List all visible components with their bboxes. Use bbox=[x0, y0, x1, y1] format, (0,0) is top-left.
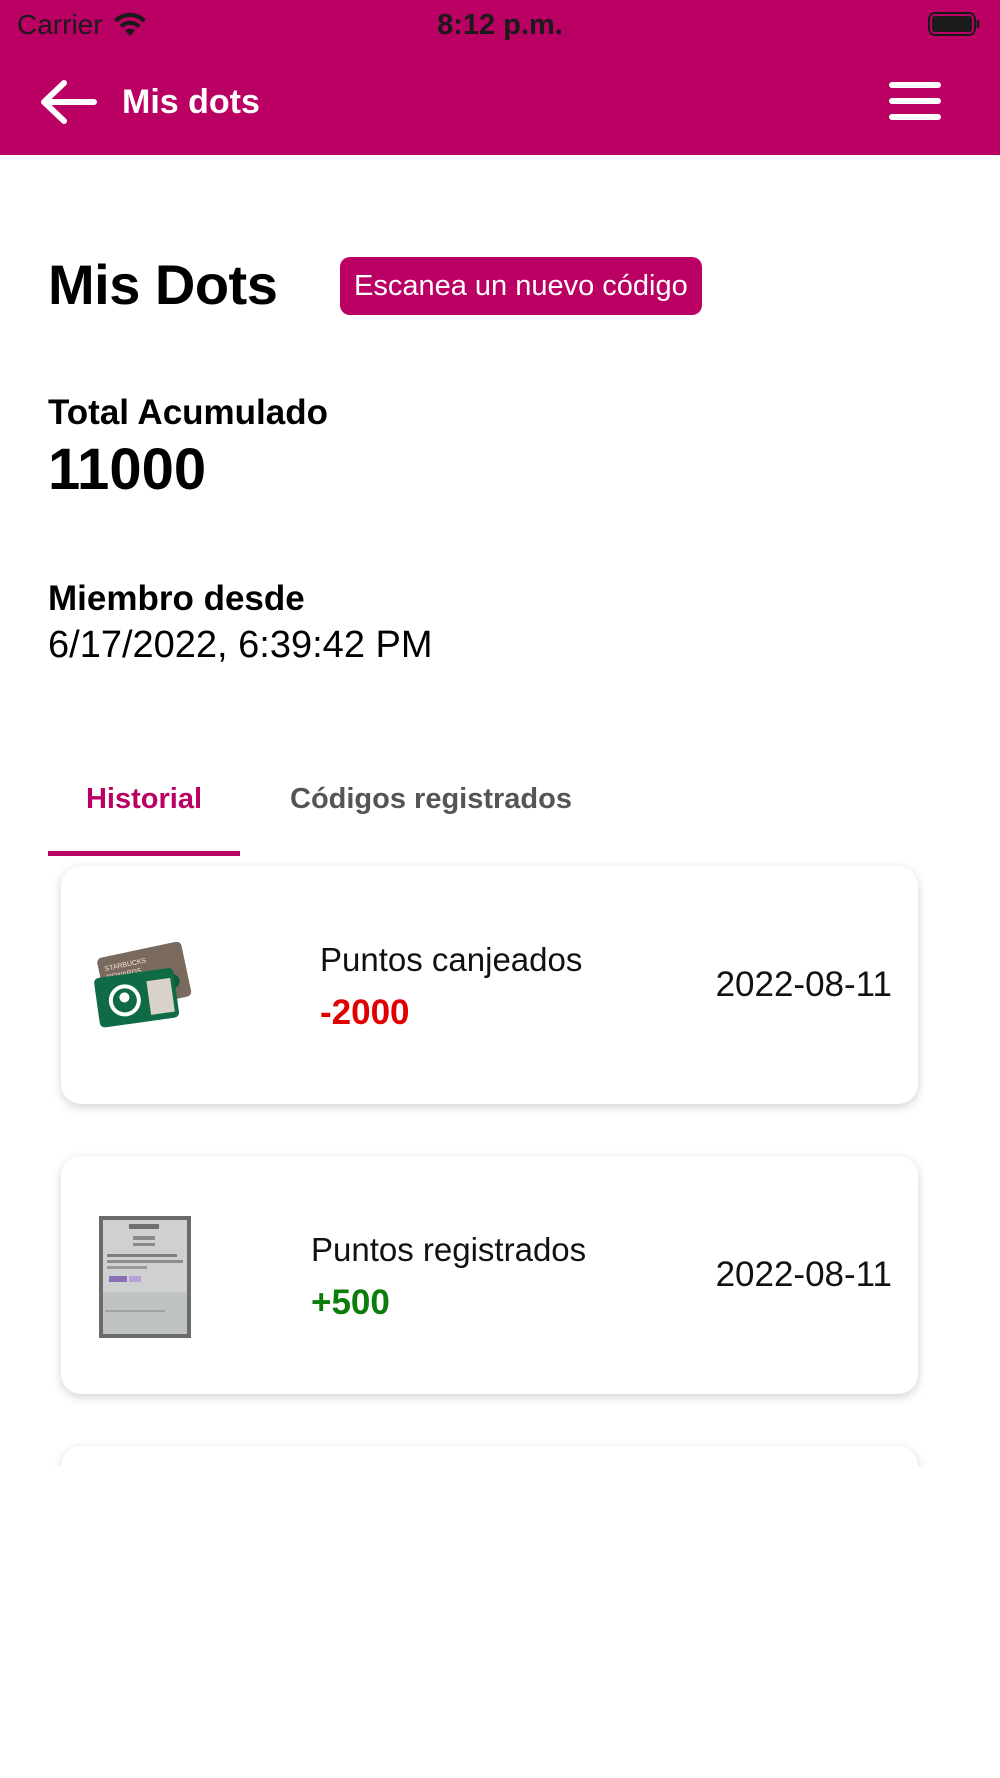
header-title: Mis dots bbox=[122, 83, 260, 121]
history-item-points: +500 bbox=[311, 1283, 390, 1322]
history-list[interactable]: STARBUCKS REWARDS Puntos canjeados -2000… bbox=[0, 862, 1000, 1466]
scan-new-code-button[interactable]: Escanea un nuevo código bbox=[340, 257, 702, 315]
history-item-title: Puntos registrados bbox=[311, 1231, 587, 1268]
member-since-value: 6/17/2022, 6:39:42 PM bbox=[48, 624, 433, 666]
history-item-date: 2022-08-11 bbox=[715, 965, 892, 1004]
history-card-partial[interactable] bbox=[61, 1446, 918, 1466]
active-tab-indicator bbox=[48, 851, 240, 856]
tab-bar: Historial Códigos registrados bbox=[48, 770, 668, 856]
history-item-date: 2022-08-11 bbox=[715, 1255, 892, 1294]
menu-button[interactable] bbox=[886, 78, 944, 124]
tab-historial[interactable]: Historial bbox=[48, 770, 240, 856]
member-since-label: Miembro desde bbox=[48, 579, 305, 618]
status-time: 8:12 p.m. bbox=[437, 9, 563, 41]
starbucks-rewards-card-image: STARBUCKS REWARDS bbox=[94, 942, 192, 1028]
history-card[interactable]: Puntos registrados +500 2022-08-11 bbox=[61, 1156, 918, 1394]
history-item-points: -2000 bbox=[320, 993, 410, 1032]
app-header: Carrier 8:12 p.m. Mis dots bbox=[0, 0, 1000, 155]
total-value: 11000 bbox=[48, 437, 207, 502]
hamburger-menu-icon bbox=[889, 82, 941, 120]
arrow-left-icon bbox=[41, 80, 97, 124]
back-button[interactable] bbox=[38, 72, 104, 132]
battery-icon bbox=[928, 12, 980, 36]
tab-codigos-registrados[interactable]: Códigos registrados bbox=[266, 770, 596, 856]
total-label: Total Acumulado bbox=[48, 393, 328, 432]
page-title: Mis Dots bbox=[48, 253, 278, 316]
history-item-title: Puntos canjeados bbox=[320, 941, 583, 978]
receipt-photo-image bbox=[99, 1216, 191, 1338]
history-card[interactable]: STARBUCKS REWARDS Puntos canjeados -2000… bbox=[61, 866, 918, 1104]
